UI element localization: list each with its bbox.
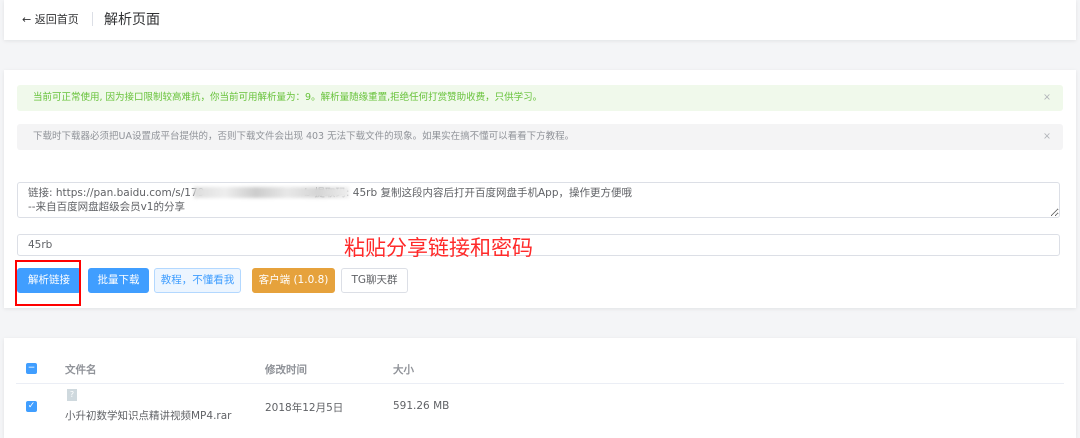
password-input[interactable] [17,234,1060,256]
file-icon: ? [67,389,77,401]
column-header-size: 大小 [393,364,414,376]
client-button[interactable]: 客户端 (1.0.8) [252,268,335,293]
column-header-modified: 修改时间 [265,364,307,376]
share-link-input[interactable]: 链接: https://pan.baidu.com/s/179 b 提取码: 4… [17,182,1060,218]
redacted-blur [194,187,349,198]
batch-download-button[interactable]: 批量下载 [88,268,149,293]
success-alert: 当前可正常使用, 因为接口限制较高难抗，你当前可用解析量为：9。解析量随缘重置,… [17,85,1063,111]
column-header-name: 文件名 [65,364,97,376]
parse-panel: 当前可正常使用, 因为接口限制较高难抗，你当前可用解析量为：9。解析量随缘重置,… [4,70,1076,308]
annotation-text: 粘贴分享链接和密码 [344,236,533,260]
alert-text: 下载时下载器必须把UA设置成平台提供的，否则下载文件会出现 403 无法下载文件… [33,131,575,142]
row-checkbox[interactable]: ✓ [26,401,37,412]
info-alert: 下载时下载器必须把UA设置成平台提供的，否则下载文件会出现 403 无法下载文件… [17,124,1063,150]
file-modified: 2018年12月5日 [265,402,344,414]
close-icon[interactable]: × [1043,124,1051,150]
select-all-checkbox[interactable]: − [26,363,37,374]
file-size: 591.26 MB [393,400,450,412]
divider [92,12,93,26]
file-name[interactable]: 小升初数学知识点精讲视频MP4.rar [65,408,231,423]
page-title: 解析页面 [104,12,160,28]
divider [16,383,1064,384]
file-table: − 文件名 修改时间 大小 ✓ ? 小升初数学知识点精讲视频MP4.rar 20… [4,338,1076,438]
tg-group-button[interactable]: TG聊天群 [341,268,408,293]
close-icon[interactable]: × [1043,85,1051,111]
tutorial-button[interactable]: 教程，不懂看我 [154,268,241,293]
alert-text: 当前可正常使用, 因为接口限制较高难抗，你当前可用解析量为：9。解析量随缘重置,… [33,92,543,103]
back-home-link[interactable]: ← 返回首页 [22,11,79,27]
page-header: ← 返回首页 解析页面 [4,0,1076,40]
highlight-box [15,260,81,306]
